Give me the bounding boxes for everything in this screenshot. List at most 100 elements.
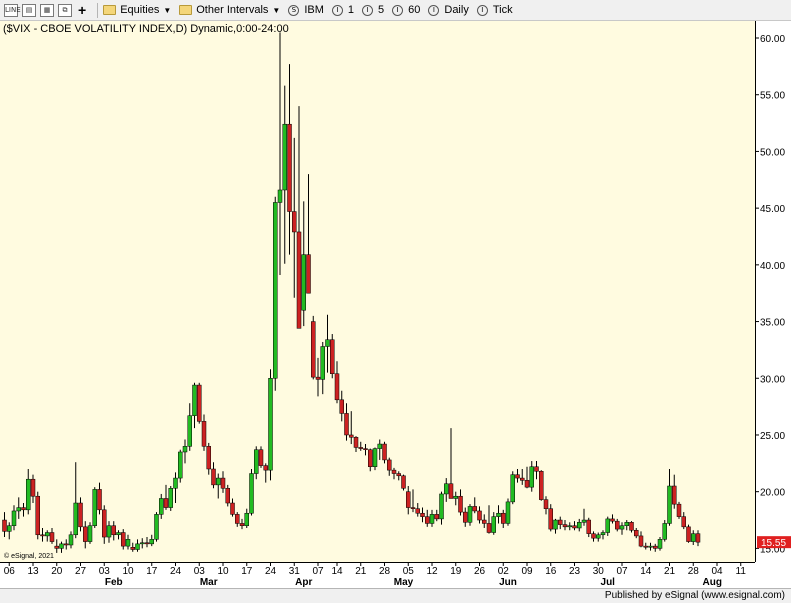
candle-body-down — [201, 421, 207, 447]
chart-title: ($VIX - CBOE VOLATILITY INDEX,D) Dynamic… — [3, 23, 289, 35]
x-tick-label: 05 — [403, 566, 415, 577]
y-tick-label: 35.00 — [760, 318, 785, 329]
candle-body-up — [140, 542, 145, 545]
candle-body-up — [372, 448, 378, 467]
x-tick-label: 30 — [593, 566, 605, 577]
candle-body-down — [311, 321, 316, 378]
candle — [657, 537, 663, 551]
candle-body-up — [168, 488, 173, 508]
candle-body-down — [420, 512, 425, 517]
candle-body-down — [615, 520, 620, 530]
candle — [311, 315, 316, 380]
y-tick-label: 50.00 — [760, 147, 785, 158]
candle — [197, 382, 202, 424]
interval-1-button[interactable]: 1 — [348, 4, 354, 16]
candle — [467, 504, 473, 526]
candle-body-down — [83, 526, 88, 542]
candle-body-down — [220, 477, 226, 489]
candle-body-down — [387, 459, 392, 471]
candle-body-down — [415, 508, 420, 514]
candle — [273, 196, 278, 391]
candle-body-up — [192, 384, 197, 416]
interval-icon: I — [428, 4, 440, 16]
candle-body-down — [434, 514, 439, 520]
add-icon[interactable]: + — [78, 3, 86, 17]
candle-body-up — [216, 477, 221, 486]
candle-body-down — [406, 491, 411, 508]
candle — [686, 524, 691, 543]
candle-body-down — [681, 516, 686, 528]
x-tick-label: 21 — [664, 566, 676, 577]
chevron-down-icon[interactable]: ▼ — [163, 6, 171, 15]
candle-body-down — [477, 510, 482, 521]
candle-body-up — [301, 254, 306, 311]
folder-icon — [179, 5, 193, 15]
y-tick-label: 20.00 — [760, 488, 785, 499]
properties-icon[interactable]: ▦ — [40, 3, 54, 17]
candle — [268, 369, 273, 481]
candle-body-down — [548, 508, 553, 530]
daily-button[interactable]: Daily — [444, 4, 468, 16]
candle-body-down — [501, 512, 506, 524]
candle-body-up — [87, 525, 93, 542]
chevron-down-icon[interactable]: ▼ — [272, 6, 280, 15]
x-tick-label: 03 — [194, 566, 206, 577]
candle-body-up — [505, 501, 511, 524]
candle-body-down — [396, 473, 401, 477]
equities-menu[interactable]: Equities — [120, 4, 159, 16]
candle — [225, 484, 230, 507]
candle — [539, 470, 544, 501]
candle — [676, 501, 682, 519]
candle-body-up — [178, 451, 183, 479]
other-intervals-menu[interactable]: Other Intervals — [196, 4, 268, 16]
candle-body-down — [206, 446, 211, 470]
candle-body-down — [653, 545, 658, 549]
vix-candlestick-chart[interactable]: ($VIX - CBOE VOLATILITY INDEX,D) Dynamic… — [0, 21, 791, 588]
candle-body-down — [638, 535, 644, 547]
candle-body-up — [619, 525, 625, 530]
candle-body-down — [121, 532, 126, 547]
status-bar: Published by eSignal (www.esignal.com) — [0, 588, 791, 603]
candle — [249, 468, 254, 516]
symbol-button[interactable]: IBM — [304, 4, 324, 16]
candle-body-up — [600, 532, 606, 536]
plot-background — [0, 21, 755, 562]
chart-area[interactable]: ($VIX - CBOE VOLATILITY INDEX,D) Dynamic… — [0, 21, 791, 588]
candle-body-down — [463, 511, 468, 523]
candle-body-down — [643, 545, 648, 548]
candle-body-up — [154, 514, 159, 540]
interval-60-button[interactable]: 60 — [408, 4, 420, 16]
candle-body-up — [491, 516, 496, 533]
candle-body-up — [567, 525, 572, 528]
candle-body-up — [529, 466, 534, 488]
folder-icon — [103, 5, 117, 15]
candle-body-down — [572, 525, 577, 529]
candle-body-up — [657, 539, 663, 549]
tick-button[interactable]: Tick — [493, 4, 513, 16]
candle-body-down — [524, 480, 530, 488]
candle-body-down — [111, 525, 116, 536]
y-tick-label: 40.00 — [760, 261, 785, 272]
x-tick-label: 03 — [99, 566, 111, 577]
window-icon[interactable]: ▤ — [22, 3, 36, 17]
candle-body-down — [353, 436, 359, 448]
interval-5-button[interactable]: 5 — [378, 4, 384, 16]
candle-body-down — [695, 533, 701, 543]
x-tick-label: 17 — [146, 566, 158, 577]
candle-body-down — [235, 514, 240, 524]
month-label: May — [394, 577, 414, 588]
month-label: Mar — [200, 577, 218, 588]
x-tick-label: 24 — [170, 566, 182, 577]
candle-body-down — [230, 502, 235, 515]
x-tick-label: 17 — [241, 566, 253, 577]
line-chart-icon[interactable]: LINE — [4, 3, 21, 17]
x-tick-label: 09 — [521, 566, 533, 577]
candle-body-down — [330, 339, 335, 374]
candle-body-down — [315, 376, 321, 380]
candle — [330, 334, 335, 379]
candle-body-up — [453, 495, 458, 499]
candle-body-down — [425, 516, 430, 524]
windows-icon[interactable]: ⧉ — [58, 3, 72, 17]
candle-body-down — [486, 523, 492, 533]
candle-body-down — [686, 526, 691, 542]
